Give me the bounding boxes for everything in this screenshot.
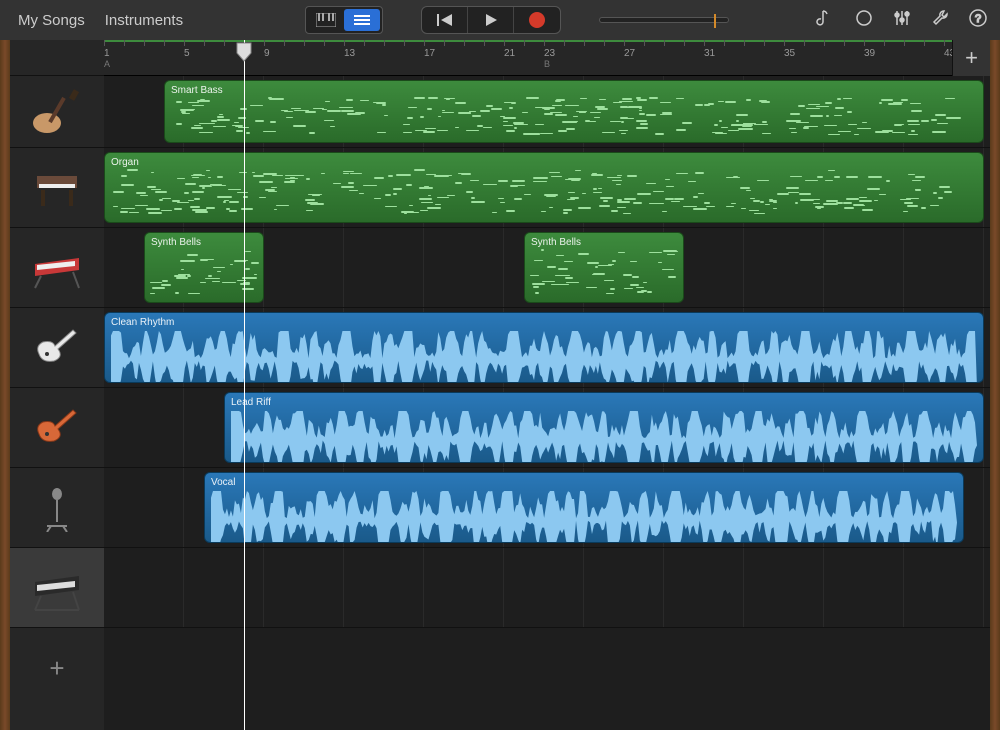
region-label: Synth Bells	[531, 237, 677, 248]
region-label: Synth Bells	[151, 237, 257, 248]
loop-button[interactable]	[854, 8, 874, 32]
view-toggle	[305, 6, 383, 34]
track-header-sidebar: +	[10, 40, 104, 730]
ruler-mark: 9	[264, 48, 270, 59]
region-audio[interactable]: Lead Riff	[224, 392, 984, 463]
play-icon	[482, 12, 500, 28]
tracks-view-button[interactable]	[344, 9, 380, 31]
region-midi[interactable]: Synth Bells	[144, 232, 264, 303]
wrench-icon	[930, 8, 950, 28]
track-header-organ[interactable]	[10, 148, 104, 228]
help-button[interactable]: ?	[968, 8, 988, 32]
wood-edge-right	[990, 40, 1000, 730]
region-audio[interactable]: Clean Rhythm	[104, 312, 984, 383]
ruler-mark: 23B	[544, 48, 555, 69]
record-button[interactable]	[514, 7, 560, 33]
svg-text:?: ?	[975, 13, 981, 25]
ruler-mark: 13	[344, 48, 355, 59]
piano-keys-icon	[316, 13, 336, 27]
rewind-button[interactable]	[422, 7, 468, 33]
track-row[interactable]: Clean Rhythm	[104, 308, 990, 388]
ruler-mark: 21	[504, 48, 515, 59]
track-header-synth[interactable]	[10, 228, 104, 308]
timeline[interactable]: 1A5913172123B2731353943 + Smart BassOrga…	[104, 40, 990, 730]
ruler-corner	[10, 40, 104, 76]
region-midi[interactable]: Smart Bass	[164, 80, 984, 143]
rewind-icon	[436, 12, 454, 28]
track-header-mic[interactable]	[10, 468, 104, 548]
settings-button[interactable]	[930, 8, 950, 32]
add-track-button[interactable]: +	[10, 628, 104, 708]
ruler-mark: 27	[624, 48, 635, 59]
loop-browser-button[interactable]	[816, 8, 836, 32]
top-toolbar: My Songs Instruments ?	[0, 0, 1000, 40]
ruler-mark: 1A	[104, 48, 110, 69]
wood-edge-left	[0, 40, 10, 730]
region-label: Organ	[111, 157, 977, 168]
region-midi[interactable]: Organ	[104, 152, 984, 223]
region-midi[interactable]: Synth Bells	[524, 232, 684, 303]
ruler-mark: 39	[864, 48, 875, 59]
track-header-clean-guitar[interactable]	[10, 308, 104, 388]
instruments-button[interactable]: Instruments	[99, 10, 189, 31]
add-section-button[interactable]: +	[952, 40, 990, 76]
playhead-handle[interactable]	[236, 42, 252, 62]
tracks-icon	[352, 13, 372, 27]
instrument-view-button[interactable]	[308, 9, 344, 31]
track-header-keyboard-synth[interactable]	[10, 548, 104, 628]
note-icon	[816, 8, 836, 28]
mixer-button[interactable]	[892, 8, 912, 32]
ruler-mark: 31	[704, 48, 715, 59]
region-audio[interactable]: Vocal	[204, 472, 964, 543]
transport-controls	[421, 6, 561, 34]
track-row[interactable]: Organ	[104, 148, 990, 228]
my-songs-button[interactable]: My Songs	[12, 10, 91, 31]
region-label: Smart Bass	[171, 85, 977, 96]
track-header-bass[interactable]	[10, 76, 104, 148]
tracks-area[interactable]: Smart Bass Organ Synth Bells Synth Bells Cle…	[104, 76, 990, 730]
track-row[interactable]: Smart Bass	[104, 76, 990, 148]
region-label: Lead Riff	[231, 397, 977, 408]
track-row[interactable]	[104, 548, 990, 628]
track-header-lead-guitar[interactable]	[10, 388, 104, 468]
track-row[interactable]: Vocal	[104, 468, 990, 548]
record-icon	[529, 12, 545, 28]
help-icon: ?	[968, 8, 988, 28]
master-volume-slider[interactable]	[599, 17, 729, 23]
track-row[interactable]: Lead Riff	[104, 388, 990, 468]
loop-icon	[854, 8, 874, 28]
region-label: Vocal	[211, 477, 957, 488]
ruler-mark: 17	[424, 48, 435, 59]
region-label: Clean Rhythm	[111, 317, 977, 328]
play-button[interactable]	[468, 7, 514, 33]
ruler-mark: 35	[784, 48, 795, 59]
track-row[interactable]: Synth Bells Synth Bells	[104, 228, 990, 308]
ruler-mark: 5	[184, 48, 190, 59]
mixer-icon	[892, 8, 912, 28]
